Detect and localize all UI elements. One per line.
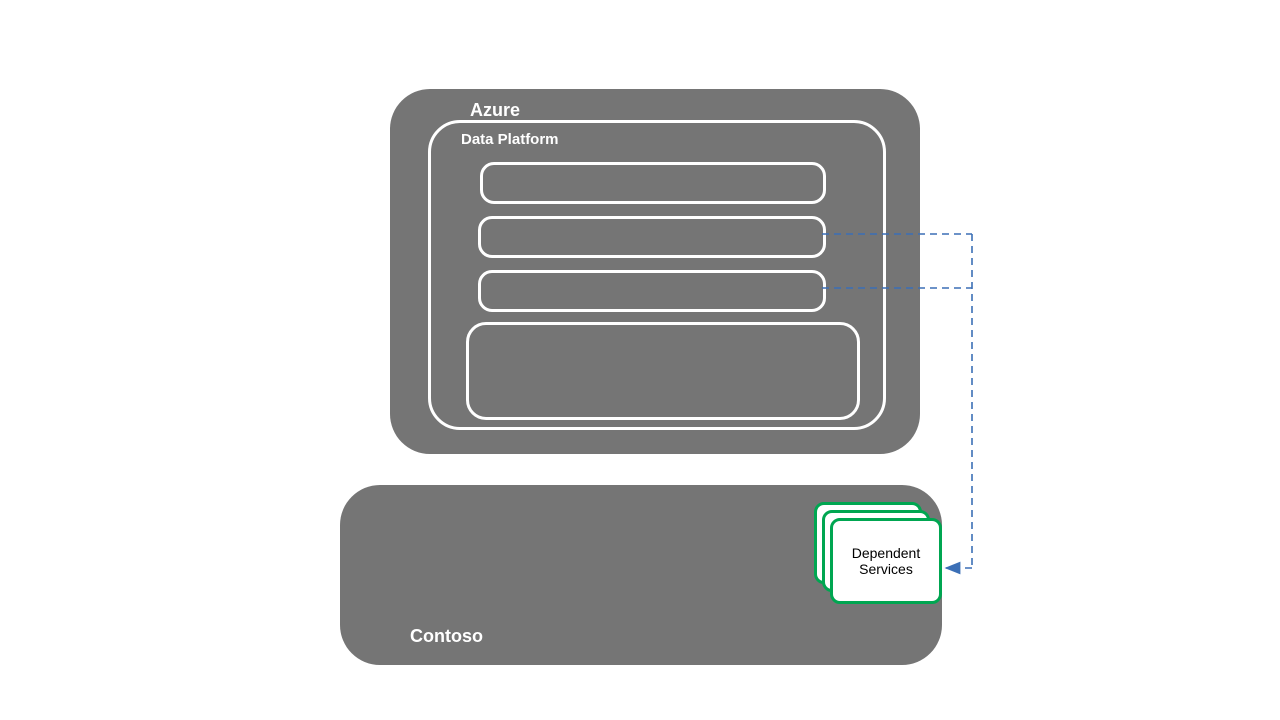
dependent-services-text: Dependent Services [852, 545, 921, 577]
azure-label: Azure [470, 100, 520, 121]
data-platform-label: Data Platform [461, 131, 559, 148]
platform-slot-large [466, 322, 860, 420]
contoso-label: Contoso [410, 626, 483, 647]
platform-slot-1 [480, 162, 826, 204]
dependent-services-line2: Services [859, 561, 913, 577]
dependent-services-card-front: Dependent Services [830, 518, 942, 604]
platform-slot-3 [478, 270, 826, 312]
dependent-services-line1: Dependent [852, 545, 921, 561]
platform-slot-2 [478, 216, 826, 258]
